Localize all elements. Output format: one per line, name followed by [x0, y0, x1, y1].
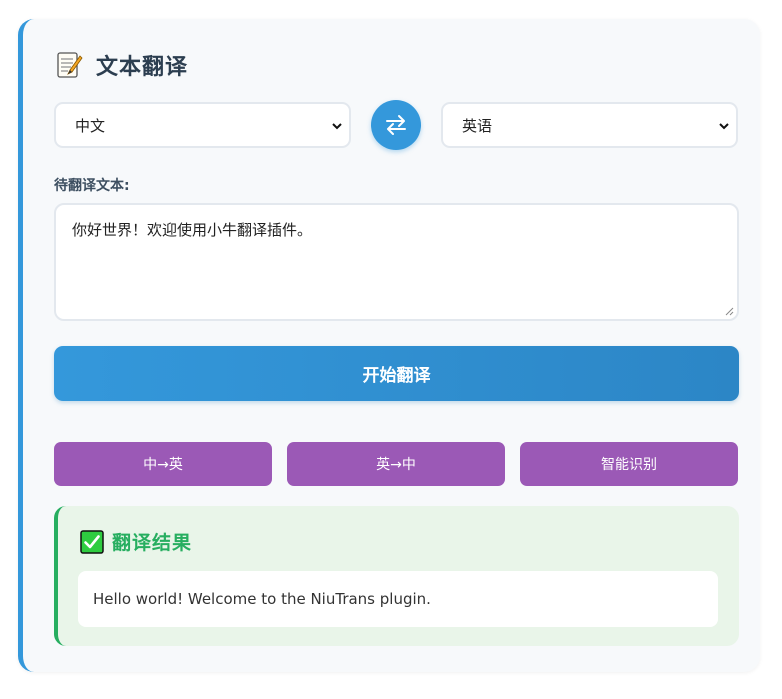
quick-zh-to-en-button[interactable]: 中→英 [54, 442, 272, 486]
quick-en-to-zh-button[interactable]: 英→中 [287, 442, 505, 486]
result-header: 翻译结果 [80, 528, 192, 555]
memo-icon [57, 52, 83, 78]
source-text-label: 待翻译文本: [54, 178, 130, 194]
card-header: 文本翻译 [54, 49, 188, 81]
target-language-select[interactable]: 英语 [441, 102, 738, 148]
swap-arrows-icon [386, 115, 406, 135]
quick-auto-detect-button[interactable]: 智能识别 [520, 442, 738, 486]
result-panel: 翻译结果 Hello world! Welcome to the NiuTran… [54, 506, 739, 646]
start-translate-button[interactable]: 开始翻译 [54, 346, 739, 401]
target-language-value: 英语 [462, 116, 493, 135]
source-language-value: 中文 [75, 116, 106, 135]
source-text-input[interactable]: 你好世界！欢迎使用小牛翻译插件。 [54, 203, 739, 321]
swap-languages-button[interactable] [371, 100, 421, 150]
language-row: 中文 英语 [54, 100, 740, 150]
result-text: Hello world! Welcome to the NiuTrans plu… [93, 590, 431, 608]
source-text-value: 你好世界！欢迎使用小牛翻译插件。 [72, 221, 313, 239]
page-title: 文本翻译 [96, 55, 189, 80]
check-mark-icon [80, 529, 104, 554]
quick-actions-row: 中→英 英→中 智能识别 [54, 442, 739, 486]
resize-grip-icon[interactable] [724, 306, 734, 316]
result-title: 翻译结果 [112, 532, 193, 554]
chevron-down-icon [719, 123, 729, 130]
result-text-box: Hello world! Welcome to the NiuTrans plu… [78, 571, 718, 627]
translation-card: 文本翻译 中文 英语 待翻译文本: 你好世界！欢迎使用小牛翻译插件。 开始翻译 … [18, 19, 760, 672]
source-language-select[interactable]: 中文 [54, 102, 351, 148]
chevron-down-icon [332, 123, 342, 130]
